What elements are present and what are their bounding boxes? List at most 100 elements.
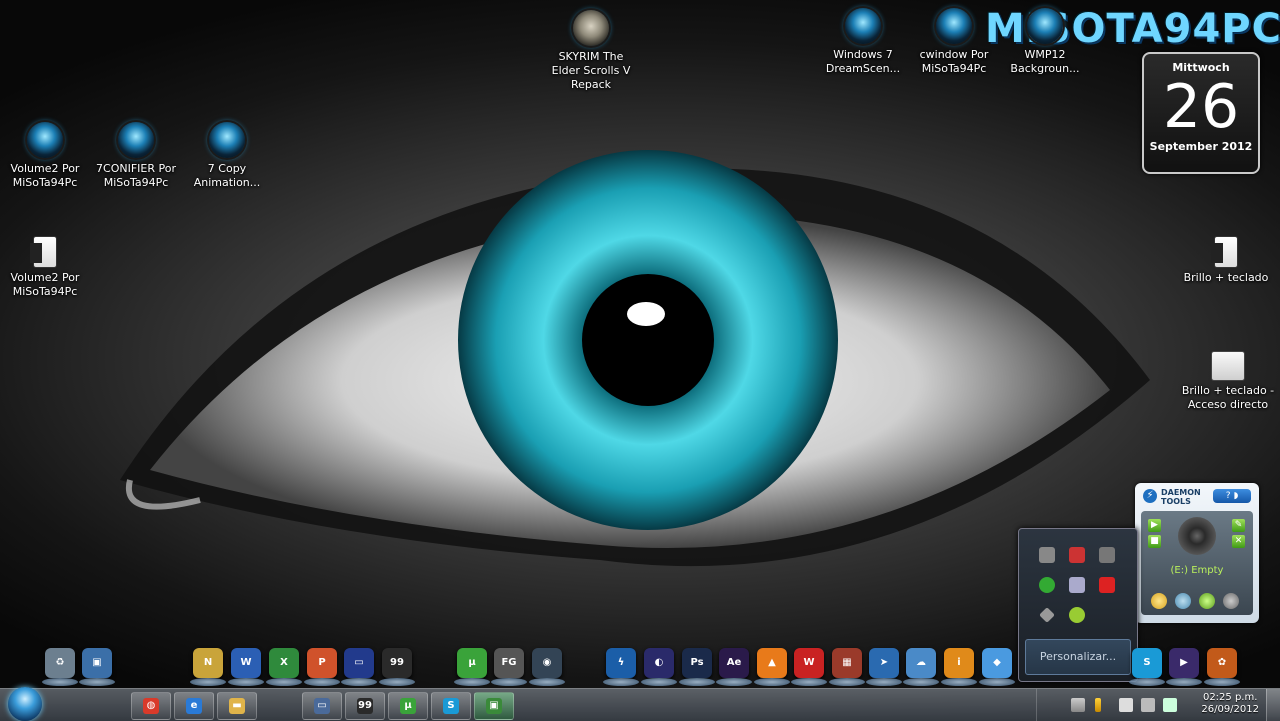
excel-icon[interactable]: X [266, 648, 302, 686]
info-icon[interactable]: i [941, 648, 977, 686]
action-center-icon[interactable] [1119, 698, 1133, 712]
edit-icon[interactable]: ✎ [1232, 519, 1245, 532]
virtual-disc-icon [1178, 517, 1216, 555]
desktop-icon-brillo-shortcut[interactable]: Brillo + teclado - Acceso directo [1180, 352, 1276, 412]
tray-app-icon[interactable] [1099, 577, 1115, 593]
camtasia-icon: ▣ [486, 698, 502, 714]
stop-icon[interactable]: ■ [1148, 535, 1161, 548]
game-icon: 99 [357, 698, 373, 714]
desktop-icon-brillo[interactable]: Brillo + teclado [1181, 237, 1271, 285]
window-icon: ▭ [314, 698, 330, 714]
desktop-icon-7copy[interactable]: 7 Copy Animation... [182, 122, 272, 190]
refresh-icon[interactable] [1175, 593, 1191, 609]
desktop-icon-skyrim[interactable]: SKYRIM The Elder Scrolls V Repack [546, 10, 636, 92]
desktop-icon-label: WMP12 Backgroun... [1010, 48, 1080, 75]
media-player-icon[interactable]: ▶ [1166, 648, 1202, 686]
open-folder-icon[interactable] [1151, 593, 1167, 609]
show-hidden-icons-icon[interactable] [1071, 698, 1085, 712]
eclipse-icon[interactable]: ◐ [641, 648, 677, 686]
start-button[interactable] [8, 687, 42, 721]
desktop-icon-volume2[interactable]: Volume2 Por MiSoTa94Pc [0, 122, 90, 190]
document-icon [1211, 237, 1237, 267]
desktop-icon-dreamscene[interactable]: Windows 7 DreamScen... [818, 8, 908, 76]
word-icon[interactable]: W [228, 648, 264, 686]
vlc-icon[interactable]: ▲ [754, 648, 790, 686]
desktop-icon-cwindow[interactable]: cwindow Por MiSoTa94Pc [909, 8, 999, 76]
taskbar-button-game[interactable]: 99 [345, 692, 385, 720]
skype-icon[interactable]: S [1129, 648, 1165, 686]
tray-overflow-flyout: Personalizar... [1018, 528, 1138, 682]
weather-icon[interactable]: ☁ [903, 648, 939, 686]
settings-icon[interactable] [1223, 593, 1239, 609]
tray-app-icon[interactable] [1039, 547, 1055, 563]
sw-icon[interactable]: W [791, 648, 827, 686]
desktop-icon-wmp12[interactable]: WMP12 Backgroun... [1000, 8, 1090, 76]
notepad-icon[interactable]: N [190, 648, 226, 686]
utorrent-icon: µ [400, 698, 416, 714]
clock-date: 26/09/2012 [1201, 704, 1259, 715]
taskbar-button-folder[interactable]: ▬ [217, 692, 257, 720]
drive-status: (E:) Empty [1170, 565, 1224, 576]
daemon-tools-gadget[interactable]: ⚡ DAEMON TOOLS ? ◗ ▶ ■ ✎ ✕ (E:) Empty [1135, 483, 1259, 623]
tray-app-icon[interactable] [1099, 547, 1115, 563]
clock-time: 02:25 p.m. [1202, 692, 1258, 703]
recycle-bin-icon[interactable]: ♻ [42, 648, 78, 686]
daemon-tools-title: DAEMON TOOLS [1161, 488, 1201, 506]
orb-icon [1027, 8, 1063, 44]
unmount-icon[interactable]: ✕ [1232, 535, 1245, 548]
document-icon [30, 237, 56, 267]
desktop-icon-label: 7CONIFIER Por MiSoTa94Pc [96, 162, 176, 189]
taskbar: ◍ e ▬ ▭ 99 µ S ▣ 02:25 p.m. 26/09/2012 [0, 687, 1280, 721]
utorrent-tray-icon[interactable] [1039, 577, 1055, 593]
desktop-icon-7conifier[interactable]: 7CONIFIER Por MiSoTa94Pc [91, 122, 181, 190]
cursor-icon[interactable]: ➤ [866, 648, 902, 686]
skype-icon: S [443, 698, 459, 714]
customize-button[interactable]: Personalizar... [1025, 639, 1131, 675]
system-tray: 02:25 p.m. 26/09/2012 [1036, 689, 1280, 721]
calendar-day: 26 [1162, 72, 1240, 142]
daemon-help-button[interactable]: ? ◗ [1213, 489, 1251, 503]
tray-app-icon[interactable] [1069, 547, 1085, 563]
pet-icon[interactable]: ✿ [1204, 648, 1240, 686]
aftereffects-icon[interactable]: Ae [716, 648, 752, 686]
taskbar-button-ie[interactable]: e [174, 692, 214, 720]
utorrent-icon[interactable]: µ [454, 648, 490, 686]
desktop-icon-label: Volume2 Por MiSoTa94Pc [10, 271, 80, 298]
taskbar-button-chrome[interactable]: ◍ [131, 692, 171, 720]
taskbar-button-camtasia[interactable]: ▣ [474, 692, 514, 720]
calendar-gadget[interactable]: Mittwoch 26 September 2012 [1142, 52, 1260, 174]
mount-icon[interactable]: ▶ [1148, 519, 1161, 532]
fullglass-icon[interactable]: FG [491, 648, 527, 686]
powerpoint-icon[interactable]: P [304, 648, 340, 686]
desktop-icon-volume2-file[interactable]: Volume2 Por MiSoTa94Pc [0, 237, 90, 299]
crystal-icon[interactable]: ◆ [979, 648, 1015, 686]
photoshop-icon[interactable]: Ps [679, 648, 715, 686]
orb-icon [845, 8, 881, 44]
add-icon[interactable] [1199, 593, 1215, 609]
network-icon[interactable] [1141, 698, 1155, 712]
chrome-icon: ◍ [143, 698, 159, 714]
bolt-icon[interactable]: ϟ [603, 648, 639, 686]
taskbar-button-skype[interactable]: S [431, 692, 471, 720]
signal-bars-icon[interactable] [1095, 698, 1101, 712]
desktop-icon-label: cwindow Por MiSoTa94Pc [919, 48, 989, 75]
desktop-icon-label: SKYRIM The Elder Scrolls V Repack [551, 50, 631, 91]
desktop-icon-label: Volume2 Por MiSoTa94Pc [10, 162, 80, 189]
show-desktop-button[interactable] [1266, 689, 1280, 721]
tray-app-icon[interactable] [1039, 607, 1055, 623]
package-icon[interactable]: ▦ [829, 648, 865, 686]
monitor-icon[interactable]: ▭ [341, 648, 377, 686]
clock[interactable]: 02:25 p.m. 26/09/2012 [1201, 692, 1259, 716]
tray-app-icon[interactable] [1069, 607, 1085, 623]
shortcut-icon [1212, 352, 1244, 380]
taskbar-button-utorrent[interactable]: µ [388, 692, 428, 720]
skyrim-icon [573, 10, 609, 46]
computer-icon[interactable]: ▣ [79, 648, 115, 686]
globe-icon[interactable]: ◉ [529, 648, 565, 686]
game-icon[interactable]: 99 [379, 648, 415, 686]
volume-icon[interactable] [1163, 698, 1177, 712]
tray-app-icon[interactable] [1069, 577, 1085, 593]
desktop-icon-label: Brillo + teclado [1183, 271, 1269, 284]
taskbar-button-window[interactable]: ▭ [302, 692, 342, 720]
ie-icon: e [186, 698, 202, 714]
